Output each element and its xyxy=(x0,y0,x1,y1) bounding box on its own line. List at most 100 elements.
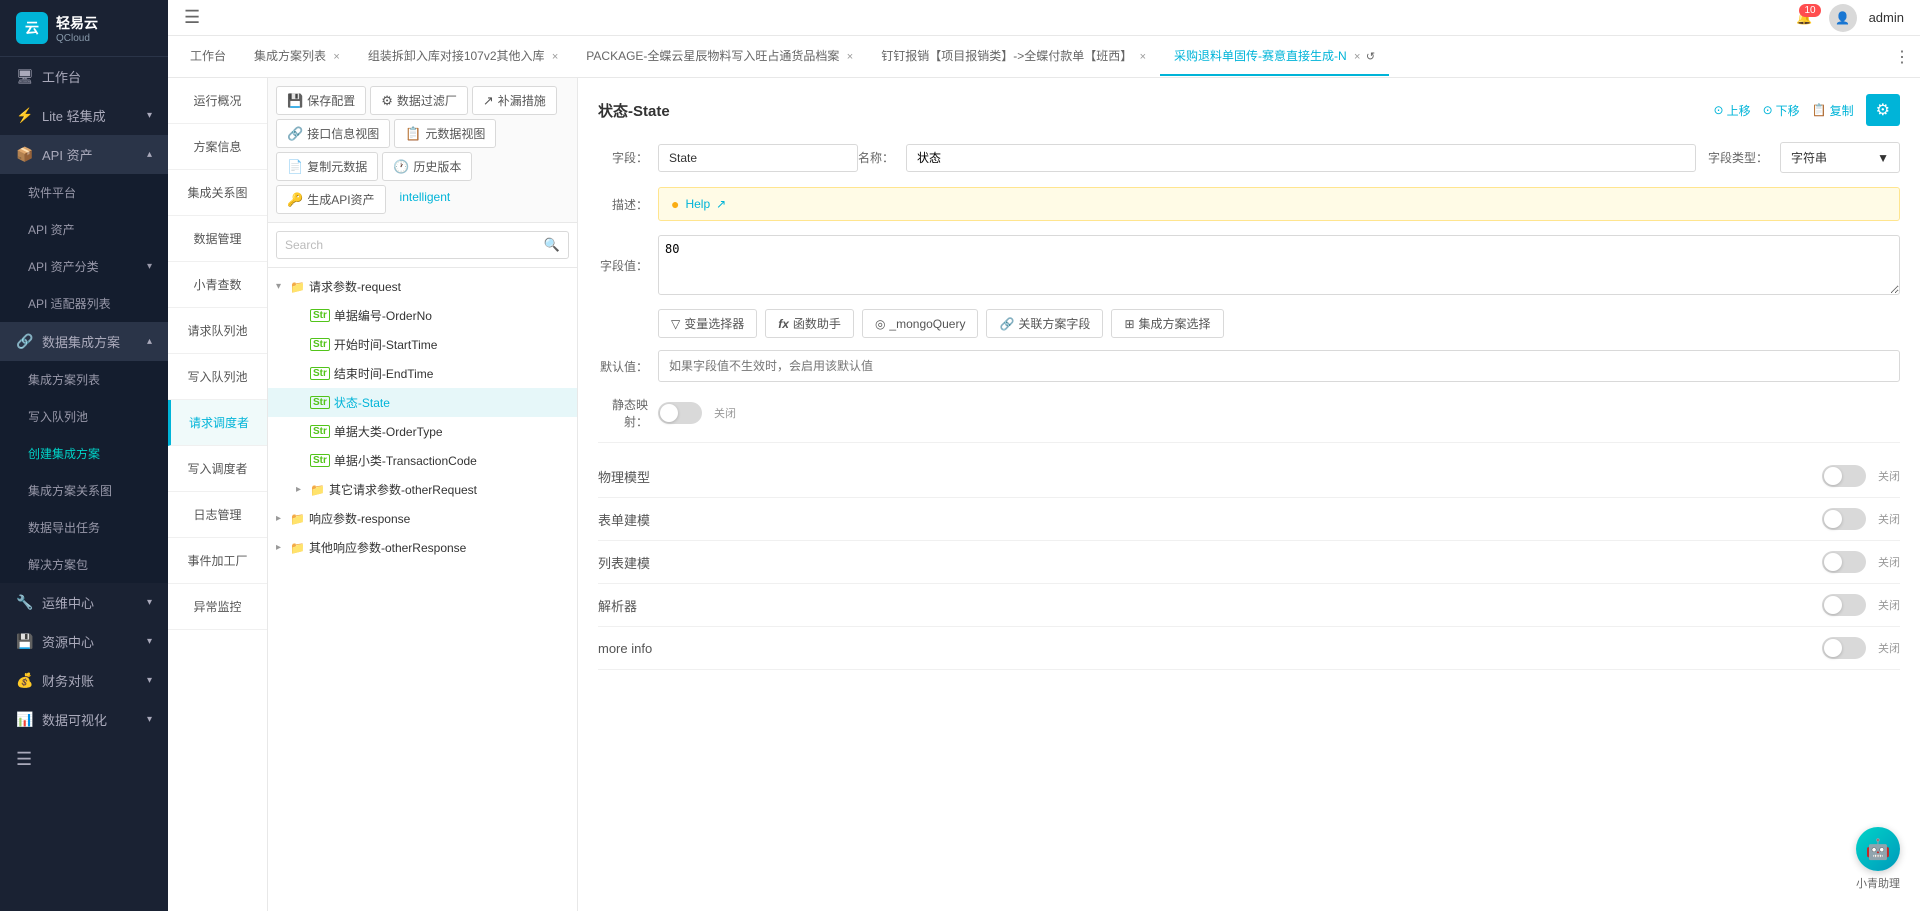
tab-close-4[interactable]: × xyxy=(1140,51,1146,63)
left-nav-integration-graph[interactable]: 集成关系图 xyxy=(168,170,267,216)
tree-node-order-type[interactable]: Str 单据大类-OrderType xyxy=(268,417,577,446)
sidebar-item-api-category[interactable]: API 资产分类 ▾ xyxy=(0,248,168,285)
related-field-button[interactable]: 🔗 关联方案字段 xyxy=(986,309,1103,338)
left-nav-overview[interactable]: 运行概况 xyxy=(168,78,267,124)
sidebar-item-more[interactable]: ☰ xyxy=(0,739,168,780)
chain-icon: 🔗 xyxy=(999,317,1014,331)
field-name-input[interactable] xyxy=(658,144,858,172)
history-button[interactable]: 🕐 历史版本 xyxy=(382,152,472,181)
api-info-button[interactable]: 🔗 接口信息视图 xyxy=(276,119,390,148)
left-nav-event-factory[interactable]: 事件加工厂 xyxy=(168,538,267,584)
field-type-select[interactable]: 字符串 ▼ xyxy=(1780,142,1900,173)
sidebar-item-export-tasks[interactable]: 数据导出任务 xyxy=(0,509,168,546)
tree-node-order-no[interactable]: Str 单据编号-OrderNo xyxy=(268,301,577,330)
tab-unpack[interactable]: 组装拆卸入库对接107v2其他入库 × xyxy=(354,37,572,76)
tree-node-request-params[interactable]: ▾ 📁 请求参数-request xyxy=(268,272,577,301)
tab-package[interactable]: PACKAGE-全蝶云星辰物料写入旺占通货品档案 × xyxy=(572,37,867,76)
tabs-more-button[interactable]: ⋮ xyxy=(1884,47,1920,67)
physical-model-toggle[interactable] xyxy=(1822,465,1866,487)
data-filter-button[interactable]: ⚙ 数据过滤厂 xyxy=(370,86,468,115)
default-value-input[interactable] xyxy=(658,350,1900,382)
left-nav-solution-info[interactable]: 方案信息 xyxy=(168,124,267,170)
tree-node-transaction-code[interactable]: Str 单据小类-TransactionCode xyxy=(268,446,577,475)
func-helper-button[interactable]: fx 函数助手 xyxy=(765,309,854,338)
sidebar-item-software[interactable]: 软件平台 xyxy=(0,174,168,211)
chevron-down-icon: ▾ xyxy=(147,675,152,686)
sidebar-item-api-adapter[interactable]: API 适配器列表 xyxy=(0,285,168,322)
assistant-button[interactable]: 🤖 小青助理 xyxy=(1856,827,1900,891)
meta-view-button[interactable]: 📋 元数据视图 xyxy=(394,119,496,148)
sidebar-item-lite[interactable]: ⚡ Lite 轻集成 ▾ xyxy=(0,96,168,135)
left-nav-data-mgmt[interactable]: 数据管理 xyxy=(168,216,267,262)
copy-data-button[interactable]: 📄 复制元数据 xyxy=(276,152,378,181)
sidebar-item-solution-graph[interactable]: 集成方案关系图 xyxy=(0,472,168,509)
tab-refresh-5[interactable]: ↺ xyxy=(1366,51,1375,63)
tree-node-other-request[interactable]: ▸ 📁 其它请求参数-otherRequest xyxy=(268,475,577,504)
var-selector-button[interactable]: ▽ 变量选择器 xyxy=(658,309,757,338)
tree-node-end-time[interactable]: Str 结束时间-EndTime xyxy=(268,359,577,388)
parser-toggle[interactable] xyxy=(1822,594,1866,616)
tab-nail[interactable]: 钉钉报销【项目报销类】->全蝶付款单【班西】 × xyxy=(867,37,1160,76)
sidebar-item-resources[interactable]: 💾 资源中心 ▾ xyxy=(0,622,168,661)
sidebar-item-create-solution[interactable]: 创建集成方案 xyxy=(0,435,168,472)
static-mapping-toggle[interactable] xyxy=(658,402,702,424)
sidebar-item-api-asset[interactable]: API 资产 xyxy=(0,211,168,248)
sidebar-item-finance[interactable]: 💰 财务对账 ▾ xyxy=(0,661,168,700)
sidebar-item-write-queue[interactable]: 写入队列池 xyxy=(0,398,168,435)
list-model-toggle[interactable] xyxy=(1822,551,1866,573)
field-alias-input[interactable] xyxy=(906,144,1696,172)
user-profile[interactable]: 👤 admin xyxy=(1829,4,1904,32)
tab-purchase[interactable]: 采购退料单固传-赛意直接生成-N × ↺ xyxy=(1160,37,1389,76)
left-nav-write-queue[interactable]: 写入队列池 xyxy=(168,354,267,400)
left-nav-log-mgmt[interactable]: 日志管理 xyxy=(168,492,267,538)
tab-close-1[interactable]: × xyxy=(333,51,339,63)
field-value-textarea[interactable] xyxy=(658,235,1900,295)
sidebar-item-workbench[interactable]: 🖥 工作台 xyxy=(0,57,168,96)
up-action[interactable]: ⊙ 上移 xyxy=(1714,102,1751,119)
left-nav-write-dispatcher[interactable]: 写入调度者 xyxy=(168,446,267,492)
notification-button[interactable]: 🔔 10 xyxy=(1796,10,1812,26)
intelligent-button[interactable]: intelligent xyxy=(390,185,461,214)
workbench-icon: 🖥 xyxy=(16,68,34,85)
copy-action[interactable]: 📋 复制 xyxy=(1812,102,1854,119)
tab-close-3[interactable]: × xyxy=(847,51,853,63)
solution-select-button[interactable]: ⊞ 集成方案选择 xyxy=(1111,309,1223,338)
sidebar-item-data-integration[interactable]: 🔗 数据集成方案 ▴ xyxy=(0,322,168,361)
toggle-knob xyxy=(1824,639,1842,657)
hamburger-button[interactable]: ☰ xyxy=(184,7,200,28)
sidebar-item-ops[interactable]: 🔧 运维中心 ▾ xyxy=(0,583,168,622)
sidebar-item-solution-list[interactable]: 集成方案列表 xyxy=(0,361,168,398)
left-nav-request-dispatcher[interactable]: 请求调度者 xyxy=(168,400,267,446)
tab-solution-list[interactable]: 集成方案列表 × xyxy=(240,37,354,76)
sidebar-item-solution-pkg[interactable]: 解决方案包 xyxy=(0,546,168,583)
tree-node-start-time[interactable]: Str 开始时间-StartTime xyxy=(268,330,577,359)
gen-api-button[interactable]: 🔑 生成API资产 xyxy=(276,185,386,214)
tree-node-other-response[interactable]: ▸ 📁 其他响应参数-otherResponse xyxy=(268,533,577,562)
left-nav-xiao-qing[interactable]: 小青查数 xyxy=(168,262,267,308)
supplement-button[interactable]: ↗ 补漏措施 xyxy=(472,86,557,115)
tab-workbench[interactable]: 工作台 xyxy=(176,37,240,76)
settings-gear-button[interactable]: ⚙ xyxy=(1866,94,1900,126)
tab-close-2[interactable]: × xyxy=(552,51,558,63)
chevron-down-icon: ▾ xyxy=(147,597,152,608)
folder-icon: 📁 xyxy=(310,483,325,497)
tab-close-5[interactable]: × xyxy=(1354,51,1360,63)
tree-node-state[interactable]: Str 状态-State xyxy=(268,388,577,417)
str-icon: Str xyxy=(310,309,330,322)
more-info-toggle[interactable] xyxy=(1822,637,1866,659)
help-link[interactable]: Help xyxy=(685,197,710,211)
tree-expand-icon: ▾ xyxy=(276,281,290,292)
list-model-value: 关闭 xyxy=(1878,554,1900,570)
tree-node-response-params[interactable]: ▸ 📁 响应参数-response xyxy=(268,504,577,533)
str-icon: Str xyxy=(310,425,330,438)
help-external-icon[interactable]: ↗ xyxy=(716,197,726,211)
down-action[interactable]: ⊙ 下移 xyxy=(1763,102,1800,119)
form-model-toggle[interactable] xyxy=(1822,508,1866,530)
save-config-button[interactable]: 💾 保存配置 xyxy=(276,86,366,115)
sidebar-item-api[interactable]: 📦 API 资产 ▴ xyxy=(0,135,168,174)
left-nav-request-queue[interactable]: 请求队列池 xyxy=(168,308,267,354)
left-nav-error-monitor[interactable]: 异常监控 xyxy=(168,584,267,630)
mongo-query-button[interactable]: ◎ _mongoQuery xyxy=(862,309,979,338)
search-input[interactable] xyxy=(285,238,544,252)
sidebar-item-dataviz[interactable]: 📊 数据可视化 ▾ xyxy=(0,700,168,739)
